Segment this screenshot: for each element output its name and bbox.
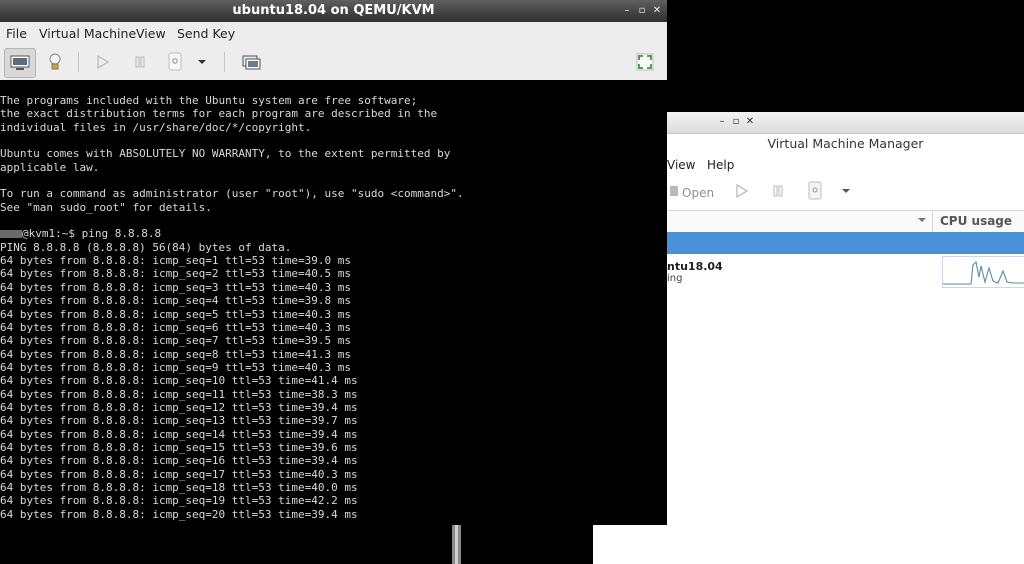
pause-icon[interactable] bbox=[771, 183, 785, 202]
ping-line: 64 bytes from 8.8.8.8: icmp_seq=17 ttl=5… bbox=[0, 467, 358, 481]
motd-line: See "man sudo_root" for details. bbox=[0, 200, 212, 214]
motd-line: individual files in /usr/share/doc/*/cop… bbox=[0, 120, 312, 134]
ping-line: 64 bytes from 8.8.8.8: icmp_seq=13 ttl=5… bbox=[0, 414, 358, 428]
viewer-toolbar bbox=[0, 44, 667, 81]
ping-line: 64 bytes from 8.8.8.8: icmp_seq=10 ttl=5… bbox=[0, 374, 358, 388]
vmm-menu-help[interactable]: Help bbox=[707, 158, 734, 172]
terminal-output: The programs included with the Ubuntu sy… bbox=[0, 94, 464, 521]
close-icon[interactable]: ✕ bbox=[743, 115, 757, 129]
ping-line: 64 bytes from 8.8.8.8: icmp_seq=4 ttl=53… bbox=[0, 294, 351, 308]
dropdown-arrow-icon[interactable] bbox=[192, 48, 212, 76]
lightbulb-icon[interactable] bbox=[40, 48, 70, 76]
menu-send-key[interactable]: Send Key bbox=[177, 26, 235, 41]
vmm-menu-view[interactable]: View bbox=[667, 158, 695, 172]
shell-prompt: @kvm1:~$ ping 8.8.8.8 bbox=[22, 227, 162, 241]
viewer-window-title: ubuntu18.04 on QEMU/KVM bbox=[232, 3, 435, 18]
ping-line: 64 bytes from 8.8.8.8: icmp_seq=11 ttl=5… bbox=[0, 387, 358, 401]
virtual-machine-manager-window: Virtual Machine Manager View Help Open C… bbox=[667, 133, 1024, 526]
ping-line: 64 bytes from 8.8.8.8: icmp_seq=6 ttl=53… bbox=[0, 320, 351, 334]
motd-line: To run a command as administrator (user … bbox=[0, 187, 464, 201]
console-icon[interactable] bbox=[4, 48, 36, 78]
motd-line: The programs included with the Ubuntu sy… bbox=[0, 94, 418, 107]
motd-line: the exact distribution terms for each pr… bbox=[0, 107, 438, 121]
vmm-outer-titlebar: – ▫ ✕ bbox=[667, 112, 1024, 134]
pause-icon[interactable] bbox=[125, 48, 155, 76]
ping-line: 64 bytes from 8.8.8.8: icmp_seq=3 ttl=53… bbox=[0, 280, 351, 294]
ping-line: 64 bytes from 8.8.8.8: icmp_seq=8 ttl=53… bbox=[0, 347, 351, 361]
vmm-window-lower-edge bbox=[593, 525, 1024, 564]
maximize-icon[interactable]: ▫ bbox=[729, 115, 743, 129]
screenshot-icon[interactable] bbox=[236, 48, 266, 76]
cpu-usage-column-header[interactable]: CPU usage bbox=[940, 214, 1012, 228]
vmm-open-button[interactable]: Open bbox=[682, 186, 714, 200]
vmm-menubar: View Help bbox=[667, 154, 1024, 176]
redacted-username bbox=[0, 230, 22, 239]
fullscreen-icon[interactable] bbox=[630, 48, 660, 76]
vm-list-header: CPU usage bbox=[667, 210, 1024, 233]
minimize-icon[interactable]: – bbox=[620, 4, 634, 18]
ping-line: 64 bytes from 8.8.8.8: icmp_seq=12 ttl=5… bbox=[0, 400, 358, 414]
monitor-icon bbox=[670, 185, 678, 200]
ping-line: 64 bytes from 8.8.8.8: icmp_seq=18 ttl=5… bbox=[0, 480, 358, 494]
menu-file[interactable]: File bbox=[6, 26, 27, 41]
vmm-window-title: Virtual Machine Manager bbox=[767, 136, 924, 151]
menu-view[interactable]: View bbox=[136, 26, 166, 41]
vmm-toolbar: Open bbox=[667, 176, 1024, 210]
vm-state: ing bbox=[667, 273, 683, 284]
ping-line: 64 bytes from 8.8.8.8: icmp_seq=19 ttl=5… bbox=[0, 494, 358, 508]
ping-line: 64 bytes from 8.8.8.8: icmp_seq=15 ttl=5… bbox=[0, 440, 358, 454]
guest-console-display[interactable]: The programs included with the Ubuntu sy… bbox=[0, 80, 667, 525]
maximize-icon[interactable]: ▫ bbox=[635, 4, 649, 18]
close-icon[interactable]: ✕ bbox=[650, 4, 664, 18]
ping-line: 64 bytes from 8.8.8.8: icmp_seq=14 ttl=5… bbox=[0, 427, 358, 441]
motd-line: applicable law. bbox=[0, 160, 100, 174]
ping-line: 64 bytes from 8.8.8.8: icmp_seq=20 ttl=5… bbox=[0, 507, 358, 521]
viewer-menubar: File Virtual Machine View Send Key bbox=[0, 22, 667, 44]
ping-line: 64 bytes from 8.8.8.8: icmp_seq=9 ttl=53… bbox=[0, 360, 351, 374]
ping-line: 64 bytes from 8.8.8.8: icmp_seq=5 ttl=53… bbox=[0, 307, 351, 321]
desktop-scrollbar-remnant bbox=[452, 525, 461, 564]
sort-arrow-icon[interactable] bbox=[917, 214, 927, 228]
vm-viewer-window: ubuntu18.04 on QEMU/KVM – ▫ ✕ File Virtu… bbox=[0, 0, 667, 525]
power-icon[interactable] bbox=[807, 181, 823, 204]
viewer-titlebar: ubuntu18.04 on QEMU/KVM – ▫ ✕ bbox=[0, 0, 667, 23]
menu-virtual-machine[interactable]: Virtual Machine bbox=[39, 26, 136, 41]
vm-list-selected-row[interactable] bbox=[667, 232, 1024, 254]
run-icon[interactable] bbox=[88, 48, 118, 76]
ping-line: 64 bytes from 8.8.8.8: icmp_seq=7 ttl=53… bbox=[0, 334, 351, 348]
minimize-icon[interactable]: – bbox=[715, 115, 729, 129]
power-icon[interactable] bbox=[160, 48, 190, 76]
motd-line: Ubuntu comes with ABSOLUTELY NO WARRANTY… bbox=[0, 147, 451, 161]
vm-name[interactable]: ntu18.04 bbox=[667, 260, 723, 273]
cpu-usage-graph bbox=[942, 256, 1024, 288]
run-icon[interactable] bbox=[735, 183, 749, 202]
ping-line: 64 bytes from 8.8.8.8: icmp_seq=1 ttl=53… bbox=[0, 254, 351, 268]
ping-line: 64 bytes from 8.8.8.8: icmp_seq=16 ttl=5… bbox=[0, 454, 358, 468]
ping-header: PING 8.8.8.8 (8.8.8.8) 56(84) bytes of d… bbox=[0, 240, 292, 254]
ping-line: 64 bytes from 8.8.8.8: icmp_seq=2 ttl=53… bbox=[0, 267, 351, 281]
dropdown-arrow-icon[interactable] bbox=[841, 185, 851, 199]
